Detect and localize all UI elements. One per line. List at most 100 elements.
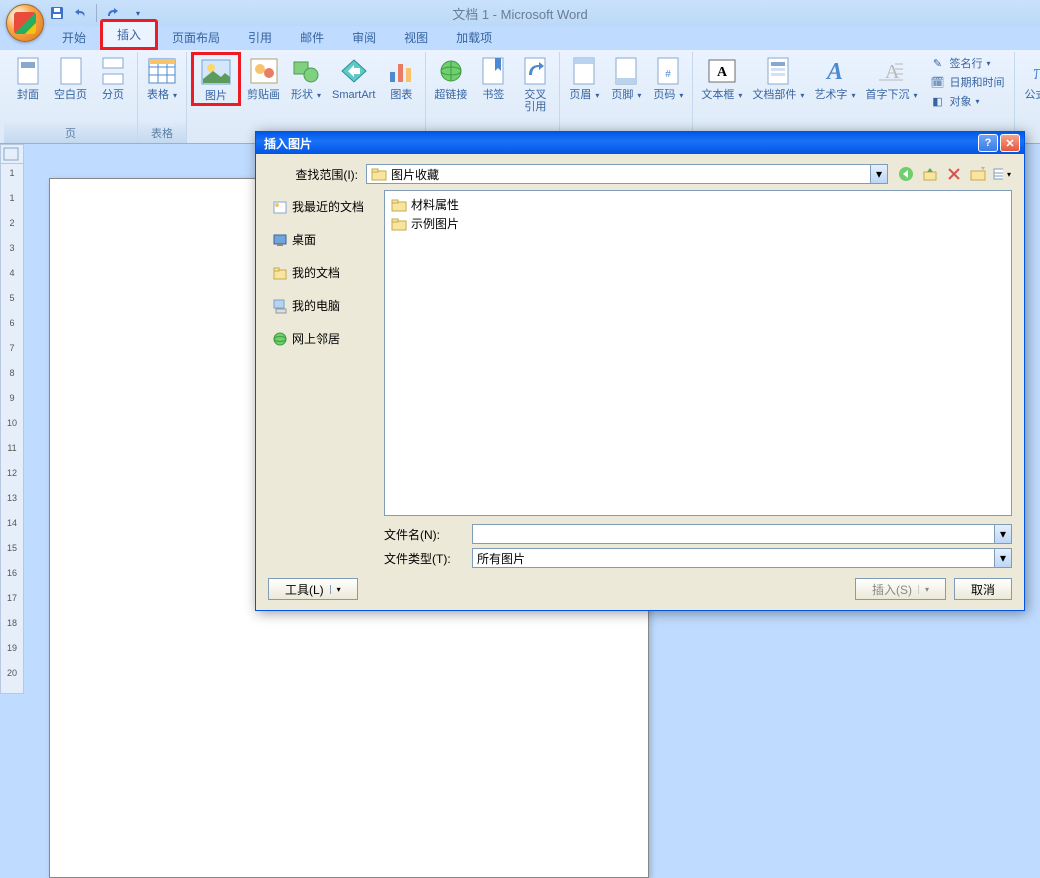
datetime-icon: 🗓: [929, 74, 945, 90]
ribbon-tabs: 开始 插入 页面布局 引用 邮件 审阅 视图 加载项: [0, 26, 1040, 50]
cancel-button[interactable]: 取消: [954, 578, 1012, 600]
look-in-value: 图片收藏: [391, 166, 439, 183]
filetype-combo[interactable]: 所有图片 ▾: [472, 548, 1012, 568]
equation-button[interactable]: π 公式: [1019, 52, 1040, 104]
page-number-button[interactable]: # 页码: [648, 52, 688, 104]
page-break-button[interactable]: 分页: [93, 52, 133, 104]
footer-icon: [610, 55, 642, 87]
cross-ref-button[interactable]: 交叉 引用: [515, 52, 555, 116]
folder-icon: [371, 167, 387, 181]
equation-icon: π: [1023, 55, 1040, 87]
tools-button[interactable]: 工具(L)▾: [268, 578, 358, 600]
bookmark-button[interactable]: 书签: [473, 52, 513, 104]
text-small-stack: ✎签名行▾ 🗓日期和时间 ◧对象▾: [923, 52, 1010, 112]
place-mydocs[interactable]: 我的文档: [268, 258, 376, 287]
folder-item-icon: [391, 216, 407, 232]
filetype-value: 所有图片: [477, 550, 525, 567]
signature-line-button[interactable]: ✎签名行▾: [927, 54, 1006, 72]
place-mycomputer[interactable]: 我的电脑: [268, 291, 376, 320]
mydocs-icon: [272, 265, 288, 281]
clipart-button[interactable]: 剪贴画: [243, 52, 284, 104]
object-icon: ◧: [929, 93, 945, 109]
back-button[interactable]: [896, 164, 916, 184]
drop-cap-button[interactable]: A 首字下沉: [861, 52, 921, 104]
dialog-help-button[interactable]: ?: [978, 134, 998, 152]
footer-button[interactable]: 页脚: [606, 52, 646, 104]
object-button[interactable]: ◧对象▾: [927, 92, 1006, 110]
wordart-button[interactable]: A 艺术字: [810, 52, 859, 104]
cover-page-button[interactable]: 封面: [8, 52, 48, 104]
tab-view[interactable]: 视图: [390, 25, 442, 50]
dialog-title-bar[interactable]: 插入图片 ? ✕: [256, 132, 1024, 154]
new-folder-button[interactable]: *: [968, 164, 988, 184]
header-button[interactable]: 页眉: [564, 52, 604, 104]
tab-mailings[interactable]: 邮件: [286, 25, 338, 50]
qat-separator: [96, 4, 97, 22]
place-network[interactable]: 网上邻居: [268, 324, 376, 353]
date-time-button[interactable]: 🗓日期和时间: [927, 73, 1006, 91]
qat-undo-button[interactable]: [72, 4, 90, 22]
wordart-icon: A: [819, 55, 851, 87]
vertical-ruler: 1 1 2 3 4 5 6 7 8 9 10 11 12 13 14 15 16…: [0, 164, 24, 694]
tab-references[interactable]: 引用: [234, 25, 286, 50]
place-recent[interactable]: 我最近的文档: [268, 192, 376, 221]
group-tables-label: 表格: [138, 123, 186, 143]
computer-icon: [272, 298, 288, 314]
filename-input[interactable]: ▾: [472, 524, 1012, 544]
file-item-1[interactable]: 材料属性: [389, 195, 1007, 214]
tab-review[interactable]: 审阅: [338, 25, 390, 50]
group-header-footer: 页眉 页脚 # 页码 页眉和页脚: [560, 52, 693, 143]
picture-button[interactable]: 图片: [191, 52, 241, 106]
blank-page-button[interactable]: 空白页: [50, 52, 91, 104]
office-button[interactable]: [6, 4, 44, 42]
textbox-icon: A: [706, 55, 738, 87]
insert-picture-dialog: 插入图片 ? ✕ 查找范围(I): 图片收藏 ▾ *: [255, 131, 1025, 611]
tab-insert[interactable]: 插入: [100, 19, 158, 50]
filename-dropdown[interactable]: ▾: [994, 525, 1011, 543]
group-text: A 文本框 文档部件 A 艺术字 A 首字下沉 ✎签名行▾ 🗓日期和时间 ◧对象…: [693, 52, 1015, 143]
filetype-dropdown[interactable]: ▾: [994, 549, 1011, 567]
file-item-2[interactable]: 示例图片: [389, 214, 1007, 233]
tab-home[interactable]: 开始: [48, 25, 100, 50]
blank-page-icon: [55, 55, 87, 87]
network-icon: [272, 331, 288, 347]
ribbon: 封面 空白页 分页 页 表格 表格 图片: [0, 50, 1040, 144]
filetype-label: 文件类型(T):: [384, 550, 464, 567]
page-number-icon: #: [652, 55, 684, 87]
cross-ref-icon: [519, 55, 551, 87]
file-list[interactable]: 材料属性 示例图片: [384, 190, 1012, 516]
chart-button[interactable]: 图表: [381, 52, 421, 104]
tab-addins[interactable]: 加载项: [442, 25, 506, 50]
insert-button[interactable]: 插入(S)▾: [855, 578, 946, 600]
page-break-icon: [97, 55, 129, 87]
group-illustrations: 图片 剪贴画 形状 SmartArt 图表 插图: [187, 52, 426, 143]
filename-label: 文件名(N):: [384, 526, 464, 543]
shapes-button[interactable]: 形状: [286, 52, 326, 104]
picture-icon: [200, 56, 232, 88]
dialog-footer: 工具(L)▾ 插入(S)▾ 取消: [256, 572, 1024, 610]
up-one-level-button[interactable]: [920, 164, 940, 184]
dialog-close-button[interactable]: ✕: [1000, 134, 1020, 152]
look-in-dropdown[interactable]: ▾: [870, 165, 887, 183]
quick-parts-button[interactable]: 文档部件: [748, 52, 808, 104]
textbox-button[interactable]: A 文本框: [697, 52, 746, 104]
ruler-corner-icon: [1, 145, 23, 163]
qat-save-button[interactable]: [48, 4, 66, 22]
tab-page-layout[interactable]: 页面布局: [158, 25, 234, 50]
delete-button[interactable]: [944, 164, 964, 184]
smartart-icon: [338, 55, 370, 87]
group-tables: 表格 表格: [138, 52, 187, 143]
dialog-nav-toolbar: *: [896, 164, 1012, 184]
dialog-body: 查找范围(I): 图片收藏 ▾ * 我最近的文档 桌面 我的文档: [256, 154, 1024, 610]
svg-text:A: A: [825, 59, 843, 85]
svg-text:A: A: [717, 65, 728, 80]
signature-icon: ✎: [929, 55, 945, 71]
dialog-title: 插入图片: [264, 135, 978, 152]
shapes-icon: [290, 55, 322, 87]
look-in-combo[interactable]: 图片收藏 ▾: [366, 164, 888, 184]
smartart-button[interactable]: SmartArt: [328, 52, 379, 104]
hyperlink-button[interactable]: 超链接: [430, 52, 471, 104]
table-button[interactable]: 表格: [142, 52, 182, 104]
views-button[interactable]: [992, 164, 1012, 184]
place-desktop[interactable]: 桌面: [268, 225, 376, 254]
